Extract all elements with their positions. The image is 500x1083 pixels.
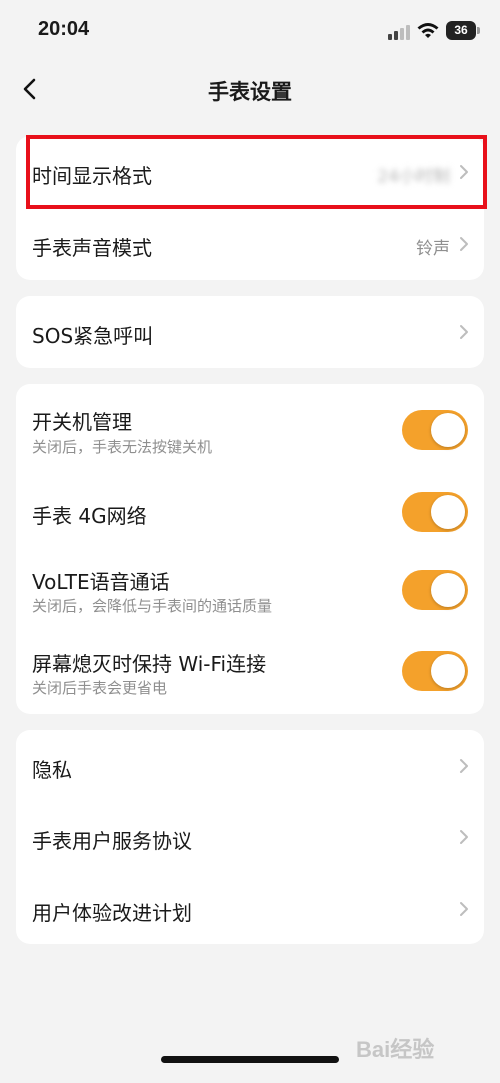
battery-tip bbox=[477, 27, 480, 34]
chevron-right-icon bbox=[460, 759, 468, 773]
toggle-knob bbox=[431, 654, 465, 688]
settings-card-toggles: 开关机管理 关闭后，手表无法按键关机 手表 4G网络 VoLTE语音通话 关闭后… bbox=[16, 384, 484, 714]
sos-label: SOS紧急呼叫 bbox=[32, 324, 154, 348]
wifi-keep-label: 屏幕熄灭时保持 Wi-Fi连接 bbox=[32, 652, 267, 676]
power-management-toggle[interactable] bbox=[402, 410, 468, 450]
settings-card-sos: SOS紧急呼叫 bbox=[16, 296, 484, 368]
volte-desc: 关闭后，会降低与手表间的通话质量 bbox=[32, 597, 273, 615]
status-bar: 20:04 36 bbox=[0, 0, 500, 64]
volte-row: VoLTE语音通话 关闭后，会降低与手表间的通话质量 bbox=[16, 548, 484, 632]
time-format-row[interactable]: 时间显示格式 24小时制 bbox=[16, 136, 484, 208]
settings-card-legal: 隐私 手表用户服务协议 用户体验改进计划 bbox=[16, 730, 484, 944]
power-management-label: 开关机管理 bbox=[32, 410, 132, 434]
network-4g-row: 手表 4G网络 bbox=[16, 474, 484, 548]
watermark: Bai经验 bbox=[356, 1037, 435, 1062]
battery-icon: 36 bbox=[446, 21, 476, 40]
home-indicator[interactable] bbox=[161, 1056, 339, 1063]
service-agreement-row[interactable]: 手表用户服务协议 bbox=[16, 802, 484, 873]
volte-label: VoLTE语音通话 bbox=[32, 570, 170, 594]
status-time: 20:04 bbox=[38, 18, 90, 40]
chevron-right-icon bbox=[460, 325, 468, 339]
ux-plan-row[interactable]: 用户体验改进计划 bbox=[16, 873, 484, 944]
toggle-knob bbox=[431, 573, 465, 607]
ux-plan-label: 用户体验改进计划 bbox=[32, 901, 192, 925]
wifi-keep-desc: 关闭后手表会更省电 bbox=[32, 679, 168, 697]
time-format-value: 24小时制 bbox=[377, 167, 450, 187]
sound-mode-row[interactable]: 手表声音模式 铃声 bbox=[16, 208, 484, 280]
nav-bar: 手表设置 bbox=[0, 64, 500, 116]
network-4g-toggle[interactable] bbox=[402, 492, 468, 532]
privacy-label: 隐私 bbox=[32, 758, 72, 782]
network-4g-label: 手表 4G网络 bbox=[32, 504, 147, 528]
sos-row[interactable]: SOS紧急呼叫 bbox=[16, 296, 484, 368]
page-title: 手表设置 bbox=[208, 80, 292, 104]
privacy-row[interactable]: 隐私 bbox=[16, 730, 484, 802]
chevron-right-icon bbox=[460, 237, 468, 251]
chevron-right-icon bbox=[460, 165, 468, 179]
wifi-keep-row: 屏幕熄灭时保持 Wi-Fi连接 关闭后手表会更省电 bbox=[16, 632, 484, 714]
sound-mode-label: 手表声音模式 bbox=[32, 236, 152, 260]
chevron-right-icon bbox=[460, 830, 468, 844]
settings-card-display: 时间显示格式 24小时制 手表声音模式 铃声 bbox=[16, 136, 484, 280]
wifi-keep-toggle[interactable] bbox=[402, 651, 468, 691]
volte-toggle[interactable] bbox=[402, 570, 468, 610]
signal-icon bbox=[388, 24, 410, 40]
power-management-row: 开关机管理 关闭后，手表无法按键关机 bbox=[16, 384, 484, 474]
toggle-knob bbox=[431, 413, 465, 447]
time-format-label: 时间显示格式 bbox=[32, 164, 152, 188]
power-management-desc: 关闭后，手表无法按键关机 bbox=[32, 438, 213, 456]
sound-mode-value: 铃声 bbox=[416, 239, 450, 259]
service-agreement-label: 手表用户服务协议 bbox=[32, 829, 192, 853]
wifi-icon bbox=[417, 23, 439, 38]
chevron-right-icon bbox=[460, 902, 468, 916]
toggle-knob bbox=[431, 495, 465, 529]
